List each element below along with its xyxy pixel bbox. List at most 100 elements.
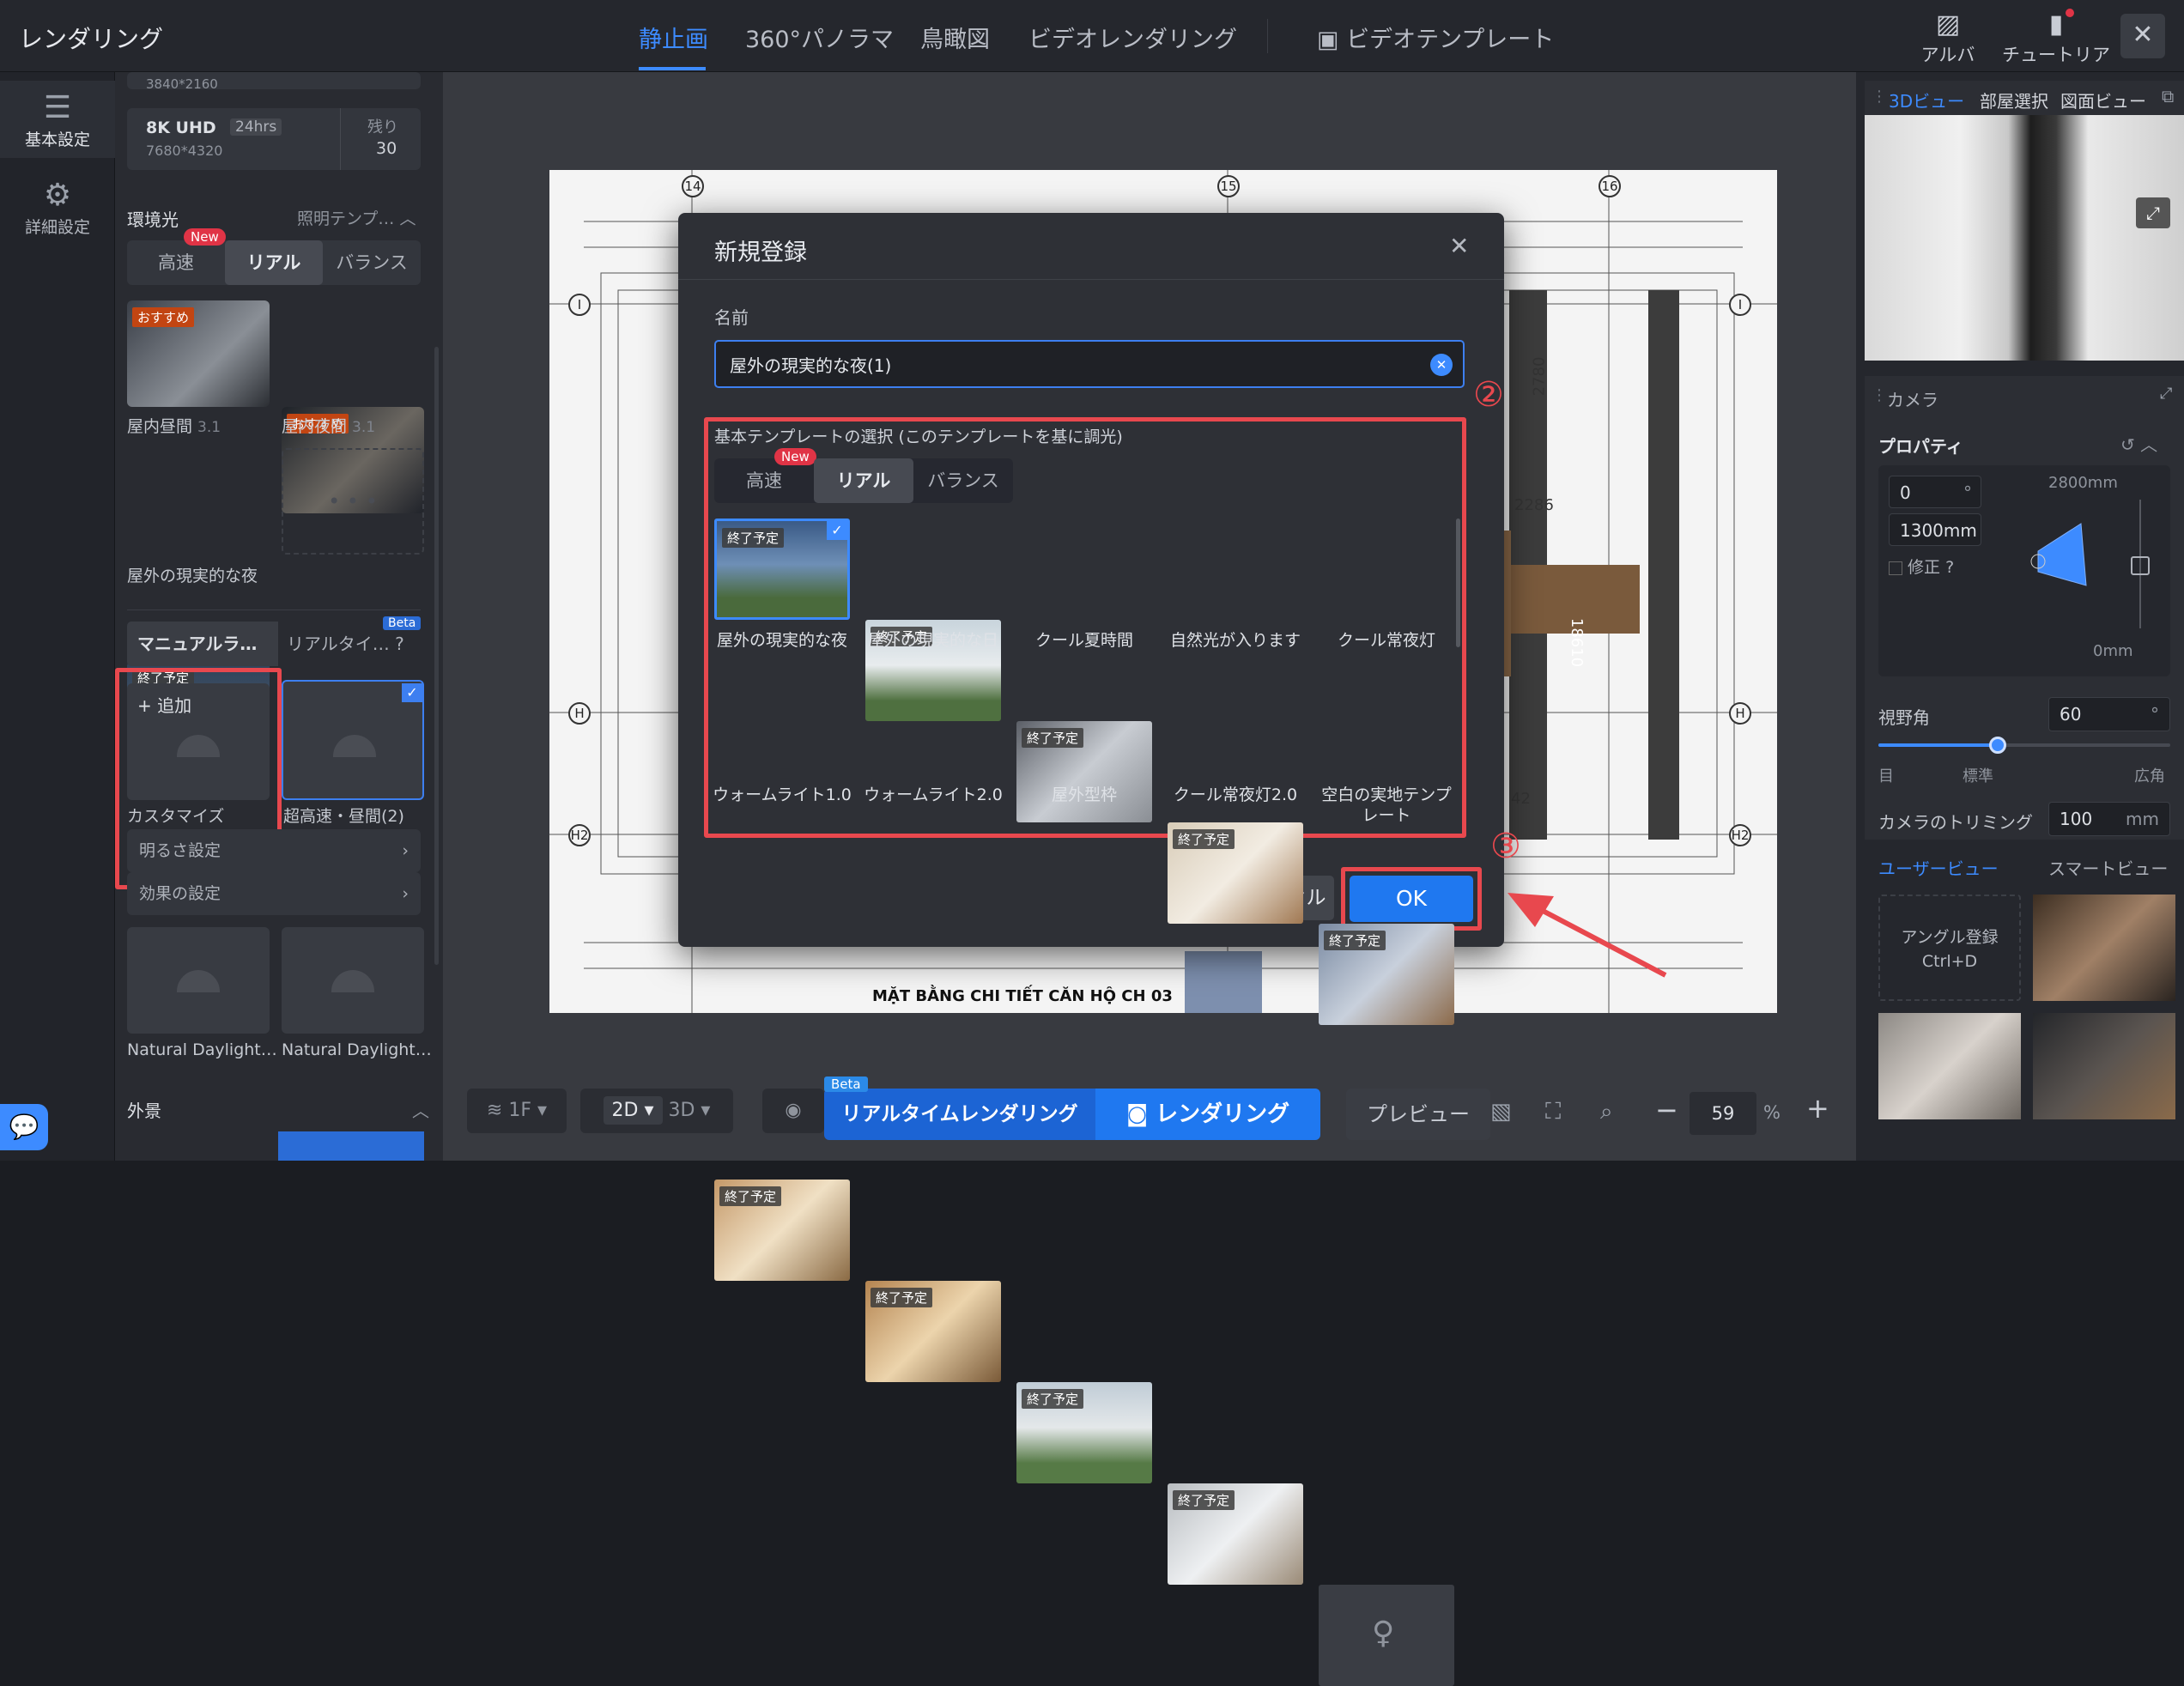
tab-still-image[interactable]: 静止画	[639, 21, 708, 54]
layers-icon: ≋	[486, 1100, 509, 1121]
template-thumb[interactable]: 終了予定	[1168, 822, 1303, 924]
mode-real[interactable]: リアル	[225, 240, 323, 285]
rail-basic-settings[interactable]: ☰ 基本設定	[0, 81, 115, 158]
height-handle[interactable]	[2131, 556, 2150, 575]
preview-button[interactable]: プレビュー	[1346, 1089, 1490, 1140]
visibility-button[interactable]: ◉	[762, 1089, 824, 1133]
view-tabs: ⋮ 3Dビュー 部屋選択 図面ビュー ⧉	[1865, 81, 2184, 115]
fov-label: 視野角	[1878, 707, 1930, 728]
thumb-label: 屋外の現実的な夜	[127, 567, 258, 585]
drag-handle-icon[interactable]: ⋮	[1872, 88, 1887, 106]
angle-input[interactable]: 0 °	[1889, 476, 1981, 508]
close-icon: ✕	[2132, 20, 2154, 50]
view-mode-selector: 2D ▾ 3D ▾	[580, 1089, 733, 1133]
fix-checkbox[interactable]: 修正 ?	[1889, 555, 1954, 578]
drag-handle-icon[interactable]: ⋮	[1872, 386, 1887, 404]
tab-manual-light[interactable]: マニュアルラ…	[127, 622, 278, 666]
ok-button[interactable]: OK	[1350, 876, 1473, 922]
render-button[interactable]: ◙ レンダリング	[1095, 1089, 1320, 1140]
mode-2d[interactable]: 2D ▾	[603, 1096, 663, 1125]
help-icon: ?	[1945, 558, 1955, 577]
tab-user-view[interactable]: ユーザービュー	[1878, 855, 1999, 880]
active-tab-underline	[639, 67, 706, 70]
exterior-selected[interactable]	[278, 1131, 424, 1161]
tab-3d-view[interactable]: 3Dビュー	[1889, 88, 1964, 112]
floor-selector[interactable]: ≋ 1F ▾	[467, 1089, 567, 1133]
trim-label: カメラのトリミング	[1878, 812, 2033, 833]
dialog-close-button[interactable]: ✕	[1449, 232, 1469, 260]
zoom-unit: %	[1763, 1102, 1781, 1123]
marker-2: ②	[1473, 375, 1504, 415]
video-template-icon: ▣	[1317, 27, 1347, 53]
thumb-natural-daylight-2[interactable]	[282, 927, 424, 1034]
zoom-area-icon[interactable]: ⌕	[1600, 1099, 1613, 1125]
scrollbar[interactable]	[434, 347, 439, 965]
chevron-up-icon: ︿	[399, 209, 416, 228]
template-name: 空白の実地テンプレート	[1321, 785, 1452, 825]
tab-room-select[interactable]: 部屋選択	[1980, 88, 2048, 112]
register-angle-button[interactable]: アングル登録 Ctrl+D	[1878, 895, 2021, 1001]
saved-view-thumb[interactable]	[2033, 1013, 2175, 1119]
clear-input-button[interactable]: ✕	[1430, 354, 1453, 376]
realtime-render-button[interactable]: リアルタイムレンダリング	[824, 1089, 1095, 1140]
brightness-settings[interactable]: 明るさ設定 ›	[127, 829, 421, 872]
reset-icon[interactable]: ↺ ︿	[2120, 431, 2157, 456]
mode-balance[interactable]: バランス	[323, 240, 421, 285]
thumb-natural-daylight-1[interactable]	[127, 927, 270, 1034]
expand-icon[interactable]: ⤢	[2136, 197, 2170, 228]
tab-video-template[interactable]: ▣ ビデオテンプレート	[1317, 21, 1554, 54]
tab-panorama[interactable]: 360°パノラマ	[745, 21, 894, 54]
light-template-link[interactable]: 照明テンプ… ︿	[297, 206, 416, 229]
rail-advanced-settings[interactable]: ⚙ 詳細設定	[0, 168, 115, 246]
close-button[interactable]: ✕	[2120, 14, 2165, 58]
lamp-icon	[177, 970, 220, 992]
template-thumb[interactable]: 終了予定	[714, 1180, 850, 1281]
popout-icon[interactable]: ⧉	[2162, 86, 2174, 106]
mode-3d[interactable]: 3D ▾	[669, 1100, 711, 1121]
template-thumb[interactable]: 終了予定	[865, 1281, 1001, 1382]
fov-slider-track[interactable]	[1878, 743, 2170, 747]
template-thumb[interactable]: 終了予定	[1016, 721, 1152, 822]
tab-video-rendering[interactable]: ビデオレンダリング	[1028, 21, 1237, 54]
trim-input[interactable]: 100 mm	[2048, 802, 2170, 836]
3d-view-thumbnail[interactable]: ⤢	[1865, 115, 2184, 361]
resolution-4k[interactable]: 3840*2160	[127, 72, 421, 92]
tab-smart-view[interactable]: スマートビュー	[2048, 855, 2168, 880]
template-thumb[interactable]: 終了予定	[1016, 1382, 1152, 1483]
name-input[interactable]	[714, 340, 1465, 388]
template-thumb[interactable]: ♀	[1319, 1585, 1454, 1686]
template-thumb[interactable]: 終了予定	[1168, 1483, 1303, 1585]
image-icon[interactable]: ▧	[1490, 1099, 1512, 1125]
fov-slider-fill	[1878, 743, 1999, 747]
thumb-superfast-day[interactable]: ✓	[282, 680, 424, 800]
grid-bubble: H2	[568, 824, 591, 846]
tpl-mode-fast[interactable]: 高速 New	[714, 448, 816, 503]
fov-slider-knob[interactable]	[1989, 737, 2007, 754]
resolution-8k[interactable]: 8K UHD 24hrs 7680*4320 残り 30	[127, 108, 421, 170]
saved-view-thumb[interactable]	[2033, 895, 2175, 1001]
template-scrollbar[interactable]	[1456, 519, 1460, 647]
chevron-up-icon[interactable]: ︿	[412, 1097, 429, 1122]
tab-drawing-view[interactable]: 図面ビュー	[2060, 88, 2146, 112]
fov-tick: 広角	[2134, 767, 2165, 785]
fit-view-icon[interactable]: ⛶	[1545, 1099, 1561, 1125]
tpl-mode-balance[interactable]: バランス	[913, 458, 1013, 503]
template-thumb[interactable]: 終了予定 ✓	[714, 519, 850, 620]
tab-birdseye[interactable]: 鳥瞰図	[920, 21, 990, 54]
zoom-in-button[interactable]: +	[1806, 1092, 1829, 1125]
zoom-out-button[interactable]: −	[1655, 1094, 1678, 1126]
zoom-input[interactable]: 59	[1690, 1092, 1756, 1135]
tpl-mode-real[interactable]: リアル	[814, 458, 913, 503]
fov-input[interactable]: 60 °	[2048, 697, 2170, 731]
mode-fast[interactable]: 高速 New	[127, 228, 226, 285]
camera-fov-diagram[interactable]	[2029, 517, 2098, 620]
thumb-indoor-day[interactable]: おすすめ	[127, 300, 270, 407]
saved-view-thumb[interactable]	[1878, 1013, 2021, 1119]
chat-button[interactable]: 💬	[0, 1104, 48, 1150]
effect-settings[interactable]: 効果の設定 ›	[127, 872, 421, 915]
expand-icon[interactable]: ⤢	[2160, 385, 2172, 403]
template-thumb[interactable]: 終了予定	[1319, 924, 1454, 1025]
height-input[interactable]: 1300mm	[1889, 513, 1981, 546]
dimension-label: 42	[1511, 790, 1531, 808]
status-tag: 終了予定	[1022, 728, 1084, 748]
